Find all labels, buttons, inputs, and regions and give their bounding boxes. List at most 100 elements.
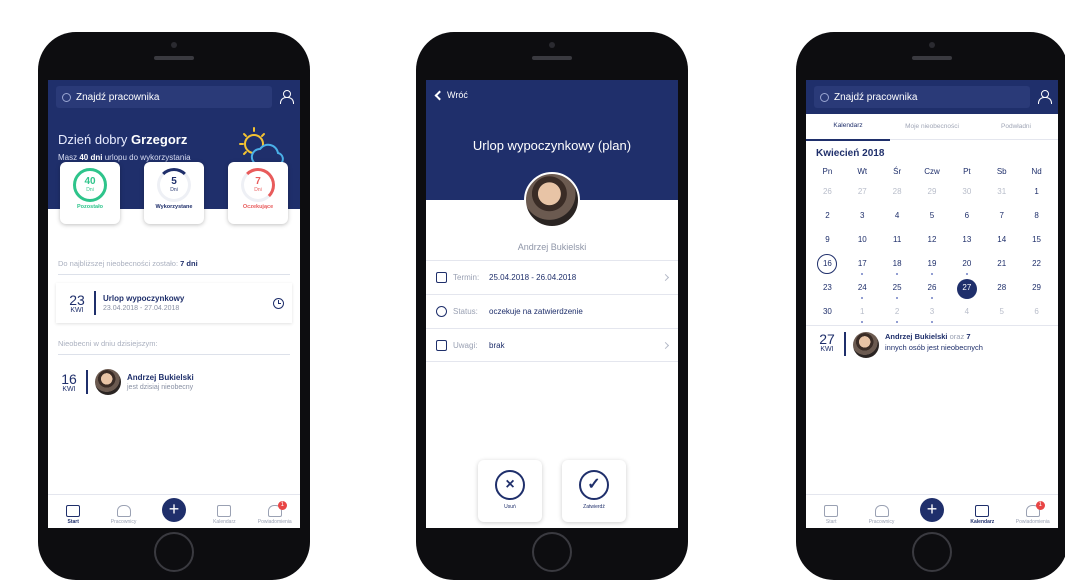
day-number: 23: [822, 283, 832, 292]
calendar-day[interactable]: 31: [984, 181, 1019, 205]
calendar-day[interactable]: 2: [880, 301, 915, 325]
row-value: oczekuje na zatwierdzenie: [489, 307, 583, 316]
tab-employees[interactable]: Pracownicy: [860, 505, 904, 525]
search-input[interactable]: Znajdź pracownika: [814, 86, 1030, 108]
day-number: 3: [860, 211, 865, 220]
row-term[interactable]: Termin: 25.04.2018 - 26.04.2018: [426, 260, 678, 294]
home-button[interactable]: [912, 532, 952, 572]
tab-start[interactable]: Start: [51, 505, 95, 525]
leave-date: 23 KWI: [64, 293, 90, 314]
calendar-day[interactable]: 15: [1019, 229, 1054, 253]
user-icon[interactable]: [280, 90, 294, 104]
calendar-day[interactable]: 11: [880, 229, 915, 253]
search-input[interactable]: Znajdź pracownika: [56, 86, 272, 108]
calendar-day[interactable]: 22: [1019, 253, 1054, 277]
leave-card[interactable]: 23 KWI Urlop wypoczynkowy 23.04.2018 - 2…: [56, 283, 292, 323]
calendar-day[interactable]: 28: [984, 277, 1019, 301]
calendar-day[interactable]: 6: [1019, 301, 1054, 325]
calendar-day[interactable]: 12: [915, 229, 950, 253]
calendar-day[interactable]: 21: [984, 253, 1019, 277]
delete-button[interactable]: × Usuń: [478, 460, 542, 522]
day-number: 27: [956, 279, 977, 299]
tab-notifications[interactable]: 1 Powiadomienia: [253, 501, 297, 525]
calendar-day[interactable]: 8: [1019, 205, 1054, 229]
day-number: 29: [1032, 283, 1042, 292]
calendar-day[interactable]: 10: [845, 229, 880, 253]
stat-used[interactable]: 5 Dni Wykorzystane: [144, 162, 204, 224]
day-number: 5: [999, 307, 1004, 316]
calendar-day[interactable]: 26: [810, 181, 845, 205]
add-button[interactable]: +: [910, 498, 954, 525]
calendar-day[interactable]: 19: [915, 253, 950, 277]
day-number: 13: [962, 235, 972, 244]
calendar-day[interactable]: 26: [915, 277, 950, 301]
calendar-day[interactable]: 3: [915, 301, 950, 325]
add-button[interactable]: +: [152, 498, 196, 525]
calendar-day[interactable]: 24: [845, 277, 880, 301]
calendar-day[interactable]: 6: [949, 205, 984, 229]
stat-remaining[interactable]: 40 Dni Pozostało: [60, 162, 120, 224]
day-number: 1: [860, 307, 865, 316]
absent-name: Andrzej Bukielski: [127, 373, 194, 382]
calendar-day[interactable]: 2: [810, 205, 845, 229]
tab-start[interactable]: Start: [809, 505, 853, 525]
leave-range: 23.04.2018 - 27.04.2018: [103, 305, 180, 312]
calendar-day[interactable]: 1: [845, 301, 880, 325]
day-number: 11: [892, 235, 902, 244]
home-button[interactable]: [154, 532, 194, 572]
tab-calendar[interactable]: Kalendarz: [806, 113, 890, 141]
comment-icon: [436, 339, 447, 351]
absent-day: 27: [819, 331, 835, 347]
calendar-day[interactable]: 9: [810, 229, 845, 253]
absent-day: 16: [61, 370, 77, 387]
day-number: 22: [1032, 259, 1042, 268]
tab-label: Start: [825, 519, 837, 525]
calendar-day[interactable]: 29: [1019, 277, 1054, 301]
absent-item[interactable]: 16 KWI Andrzej Bukielski jest dzisiaj ni…: [48, 355, 300, 409]
tab-subordinates[interactable]: Podwładni: [974, 114, 1058, 140]
home-button[interactable]: [532, 532, 572, 572]
calendar-day[interactable]: 5: [915, 205, 950, 229]
day-number: 28: [892, 187, 902, 196]
calendar-day[interactable]: 20: [949, 253, 984, 277]
calendar-day[interactable]: 16: [810, 253, 845, 277]
calendar-day[interactable]: 5: [984, 301, 1019, 325]
calendar-day[interactable]: 4: [880, 205, 915, 229]
calendar-day[interactable]: 3: [845, 205, 880, 229]
calendar-day[interactable]: 28: [880, 181, 915, 205]
calendar-day[interactable]: 30: [810, 301, 845, 325]
stat-value: 7: [255, 176, 261, 187]
calendar-day[interactable]: 27: [949, 277, 984, 301]
clock-icon: [273, 297, 284, 309]
request-title: Urlop wypoczynkowy (plan): [472, 138, 632, 153]
calendar-day[interactable]: 14: [984, 229, 1019, 253]
approve-button[interactable]: ✓ Zatwierdź: [562, 460, 626, 522]
camera: [929, 42, 935, 48]
calendar-day[interactable]: 1: [1019, 181, 1054, 205]
calendar-icon: [217, 505, 232, 517]
calendar-day[interactable]: 17: [845, 253, 880, 277]
calendar-day[interactable]: 27: [845, 181, 880, 205]
calendar-day[interactable]: 23: [810, 277, 845, 301]
absent-summary[interactable]: 27 KWI Andrzej Bukielski oraz 7 innych o…: [806, 325, 1058, 364]
calendar-day[interactable]: 29: [915, 181, 950, 205]
user-icon[interactable]: [1038, 90, 1052, 104]
calendar-day[interactable]: 4: [949, 301, 984, 325]
calendar-day[interactable]: 7: [984, 205, 1019, 229]
tab-calendar[interactable]: Kalendarz: [202, 505, 246, 525]
row-value: 25.04.2018 - 26.04.2018: [489, 273, 577, 282]
calendar-day[interactable]: 13: [949, 229, 984, 253]
back-button[interactable]: Wróć: [426, 80, 678, 114]
calendar-day[interactable]: 25: [880, 277, 915, 301]
day-number: 25: [892, 283, 902, 292]
absent-count: 7: [966, 332, 971, 341]
calendar-day[interactable]: 18: [880, 253, 915, 277]
row-notes[interactable]: Uwagi: brak: [426, 328, 678, 362]
tab-notifications[interactable]: 1 Powiadomienia: [1011, 501, 1055, 525]
tab-employees[interactable]: Pracownicy: [102, 505, 146, 525]
stat-pending[interactable]: 7 Dni Oczekujące: [228, 162, 288, 224]
tab-calendar[interactable]: Kalendarz: [960, 505, 1004, 525]
tab-my-absences[interactable]: Moje nieobecności: [890, 114, 974, 140]
calendar-day[interactable]: 30: [949, 181, 984, 205]
leave-title: Urlop wypoczynkowy: [103, 294, 185, 303]
